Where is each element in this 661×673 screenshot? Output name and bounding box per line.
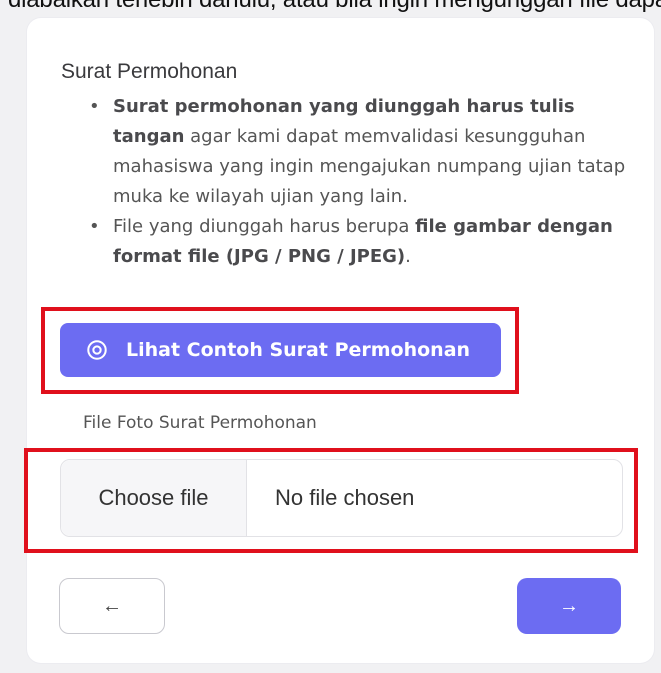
view-example-button[interactable]: Lihat Contoh Surat Permohonan [60, 323, 501, 377]
arrow-left-icon: ← [102, 594, 122, 617]
requirement-item-format: • File yang diunggah harus berupa file ga… [85, 212, 645, 272]
next-button[interactable]: → [517, 578, 621, 634]
section-title: Surat Permohonan [61, 60, 238, 83]
file-field-label: File Foto Surat Permohonan [83, 413, 317, 433]
requirement-text: agar kami dapat memvalidasi kesungguhan … [113, 126, 626, 207]
upload-card: Surat Permohonan • Surat permohonan yang … [24, 18, 654, 663]
requirement-item-handwritten: • Surat permohonan yang diunggah harus tu… [85, 92, 645, 212]
bullet-icon: • [89, 216, 100, 237]
view-example-label: Lihat Contoh Surat Permohonan [126, 339, 471, 361]
file-status: No file chosen [275, 485, 415, 510]
file-input[interactable]: Choose file No file chosen [60, 459, 623, 537]
back-button[interactable]: ← [59, 578, 165, 634]
bullet-icon: • [89, 96, 100, 117]
choose-file-button[interactable]: Choose file [61, 460, 247, 536]
top-caption: diabaikan terlebih dahulu, atau bila ing… [0, 0, 661, 20]
eye-icon [87, 340, 107, 360]
requirement-text: File yang diunggah harus berupa [113, 216, 416, 237]
requirement-punct: . [405, 246, 411, 267]
requirements-list: • Surat permohonan yang diunggah harus tu… [85, 92, 645, 272]
arrow-right-icon: → [559, 594, 579, 617]
